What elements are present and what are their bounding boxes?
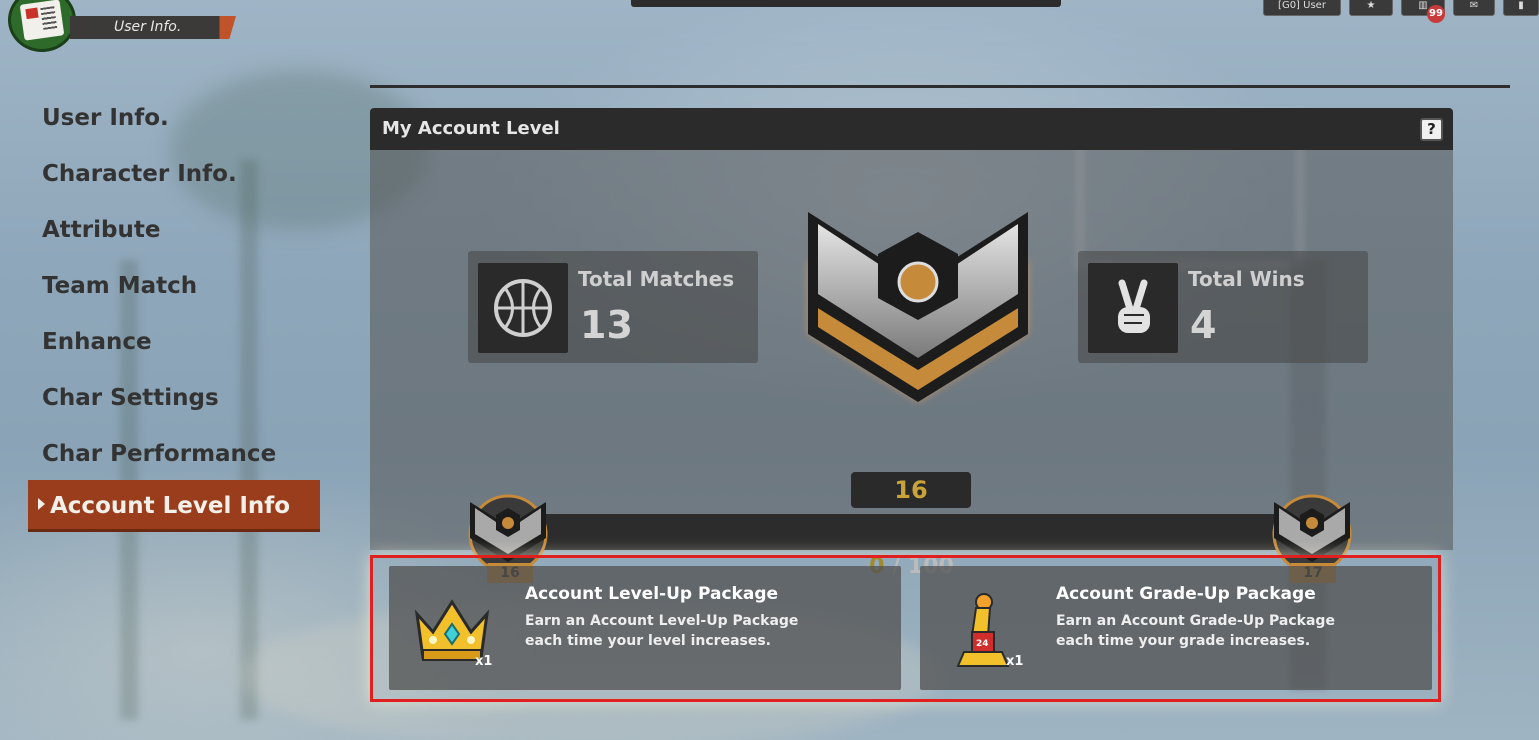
user-label: User <box>1303 0 1326 11</box>
total-matches-card: Total Matches 13 <box>468 251 758 363</box>
sidebar-item-label: Char Settings <box>42 385 219 411</box>
sidebar-item-label: Attribute <box>42 217 161 243</box>
sidebar-item-account-level-info[interactable]: Account Level Info <box>28 480 320 532</box>
top-right-toolbar: [G0] User ★ ▥ ✉ ▮ <box>1263 0 1539 16</box>
account-grade-emblem-icon <box>808 212 1028 402</box>
active-caret-icon <box>38 498 45 510</box>
grade-up-package-qty: x1 <box>1006 654 1024 669</box>
panel-title: My Account Level <box>382 118 560 139</box>
sidebar-item-label: Account Level Info <box>50 493 291 519</box>
grade-up-package-desc-line2: each time your grade increases. <box>1056 633 1311 649</box>
panel-body: Total Matches 13 Total Wins 4 16 <box>370 150 1453 583</box>
level-up-package-desc-line1: Earn an Account Level-Up Package <box>525 613 799 629</box>
level-up-package-desc: Earn an Account Level-Up Package each ti… <box>525 611 865 651</box>
sidebar-item-label: Character Info. <box>42 161 237 187</box>
help-button[interactable]: ? <box>1420 118 1443 141</box>
sidebar-item-user-info[interactable]: User Info. <box>28 92 320 144</box>
currency-label: [G0] <box>1278 0 1300 11</box>
packages-highlight: x1 Account Level-Up Package Earn an Acco… <box>370 555 1441 702</box>
sidebar-item-team-match[interactable]: Team Match <box>28 260 320 312</box>
total-wins-value: 4 <box>1190 303 1217 347</box>
sidebar-item-label: Char Performance <box>42 441 277 467</box>
sidebar-item-attribute[interactable]: Attribute <box>28 204 320 256</box>
sidebar-item-label: Enhance <box>42 329 152 355</box>
grade-up-package-title: Account Grade-Up Package <box>1056 584 1316 604</box>
header-divider <box>370 85 1510 88</box>
sidebar-item-char-settings[interactable]: Char Settings <box>28 372 320 424</box>
total-matches-value: 13 <box>580 303 633 347</box>
level-progress-bar <box>530 514 1310 550</box>
sidebar-item-character-info[interactable]: Character Info. <box>28 148 320 200</box>
grade-up-package-card[interactable]: 24 x1 Account Grade-Up Package Earn an A… <box>920 566 1432 690</box>
top-resource-bar <box>631 0 1061 7</box>
grade-up-package-desc-line1: Earn an Account Grade-Up Package <box>1056 613 1335 629</box>
total-matches-label: Total Matches <box>578 267 735 291</box>
settings-icon[interactable]: ▮ <box>1503 0 1539 16</box>
star-icon[interactable]: ★ <box>1349 0 1393 16</box>
user-avatar-icon[interactable] <box>8 0 76 52</box>
level-up-package-title: Account Level-Up Package <box>525 584 779 604</box>
grade-up-package-desc: Earn an Account Grade-Up Package each ti… <box>1056 611 1396 651</box>
basketball-icon <box>478 263 568 353</box>
victory-hand-icon <box>1088 263 1178 353</box>
panel-header: My Account Level ? <box>370 108 1453 150</box>
user-info-tab: User Info. <box>70 16 236 39</box>
account-level-panel: My Account Level ? Total Matches 13 Tota… <box>370 108 1453 708</box>
level-up-package-card[interactable]: x1 Account Level-Up Package Earn an Acco… <box>389 566 901 690</box>
svg-text:24: 24 <box>976 639 989 649</box>
sidebar-item-label: Team Match <box>42 273 198 299</box>
user-info-tab-label: User Info. <box>114 19 182 35</box>
notification-badge: 99 <box>1427 5 1445 23</box>
sidebar: User Info. Character Info. Attribute Tea… <box>28 92 320 536</box>
mail-icon[interactable]: ✉ <box>1453 0 1495 16</box>
level-up-package-desc-line2: each time your level increases. <box>525 633 771 649</box>
current-level-display: 16 <box>851 472 971 508</box>
sidebar-item-char-performance[interactable]: Char Performance <box>28 428 320 480</box>
total-wins-label: Total Wins <box>1188 267 1305 291</box>
sidebar-item-label: User Info. <box>42 105 169 131</box>
total-wins-card: Total Wins 4 <box>1078 251 1368 363</box>
sidebar-item-enhance[interactable]: Enhance <box>28 316 320 368</box>
currency-user-button[interactable]: [G0] User <box>1263 0 1341 16</box>
level-up-package-qty: x1 <box>475 654 493 669</box>
